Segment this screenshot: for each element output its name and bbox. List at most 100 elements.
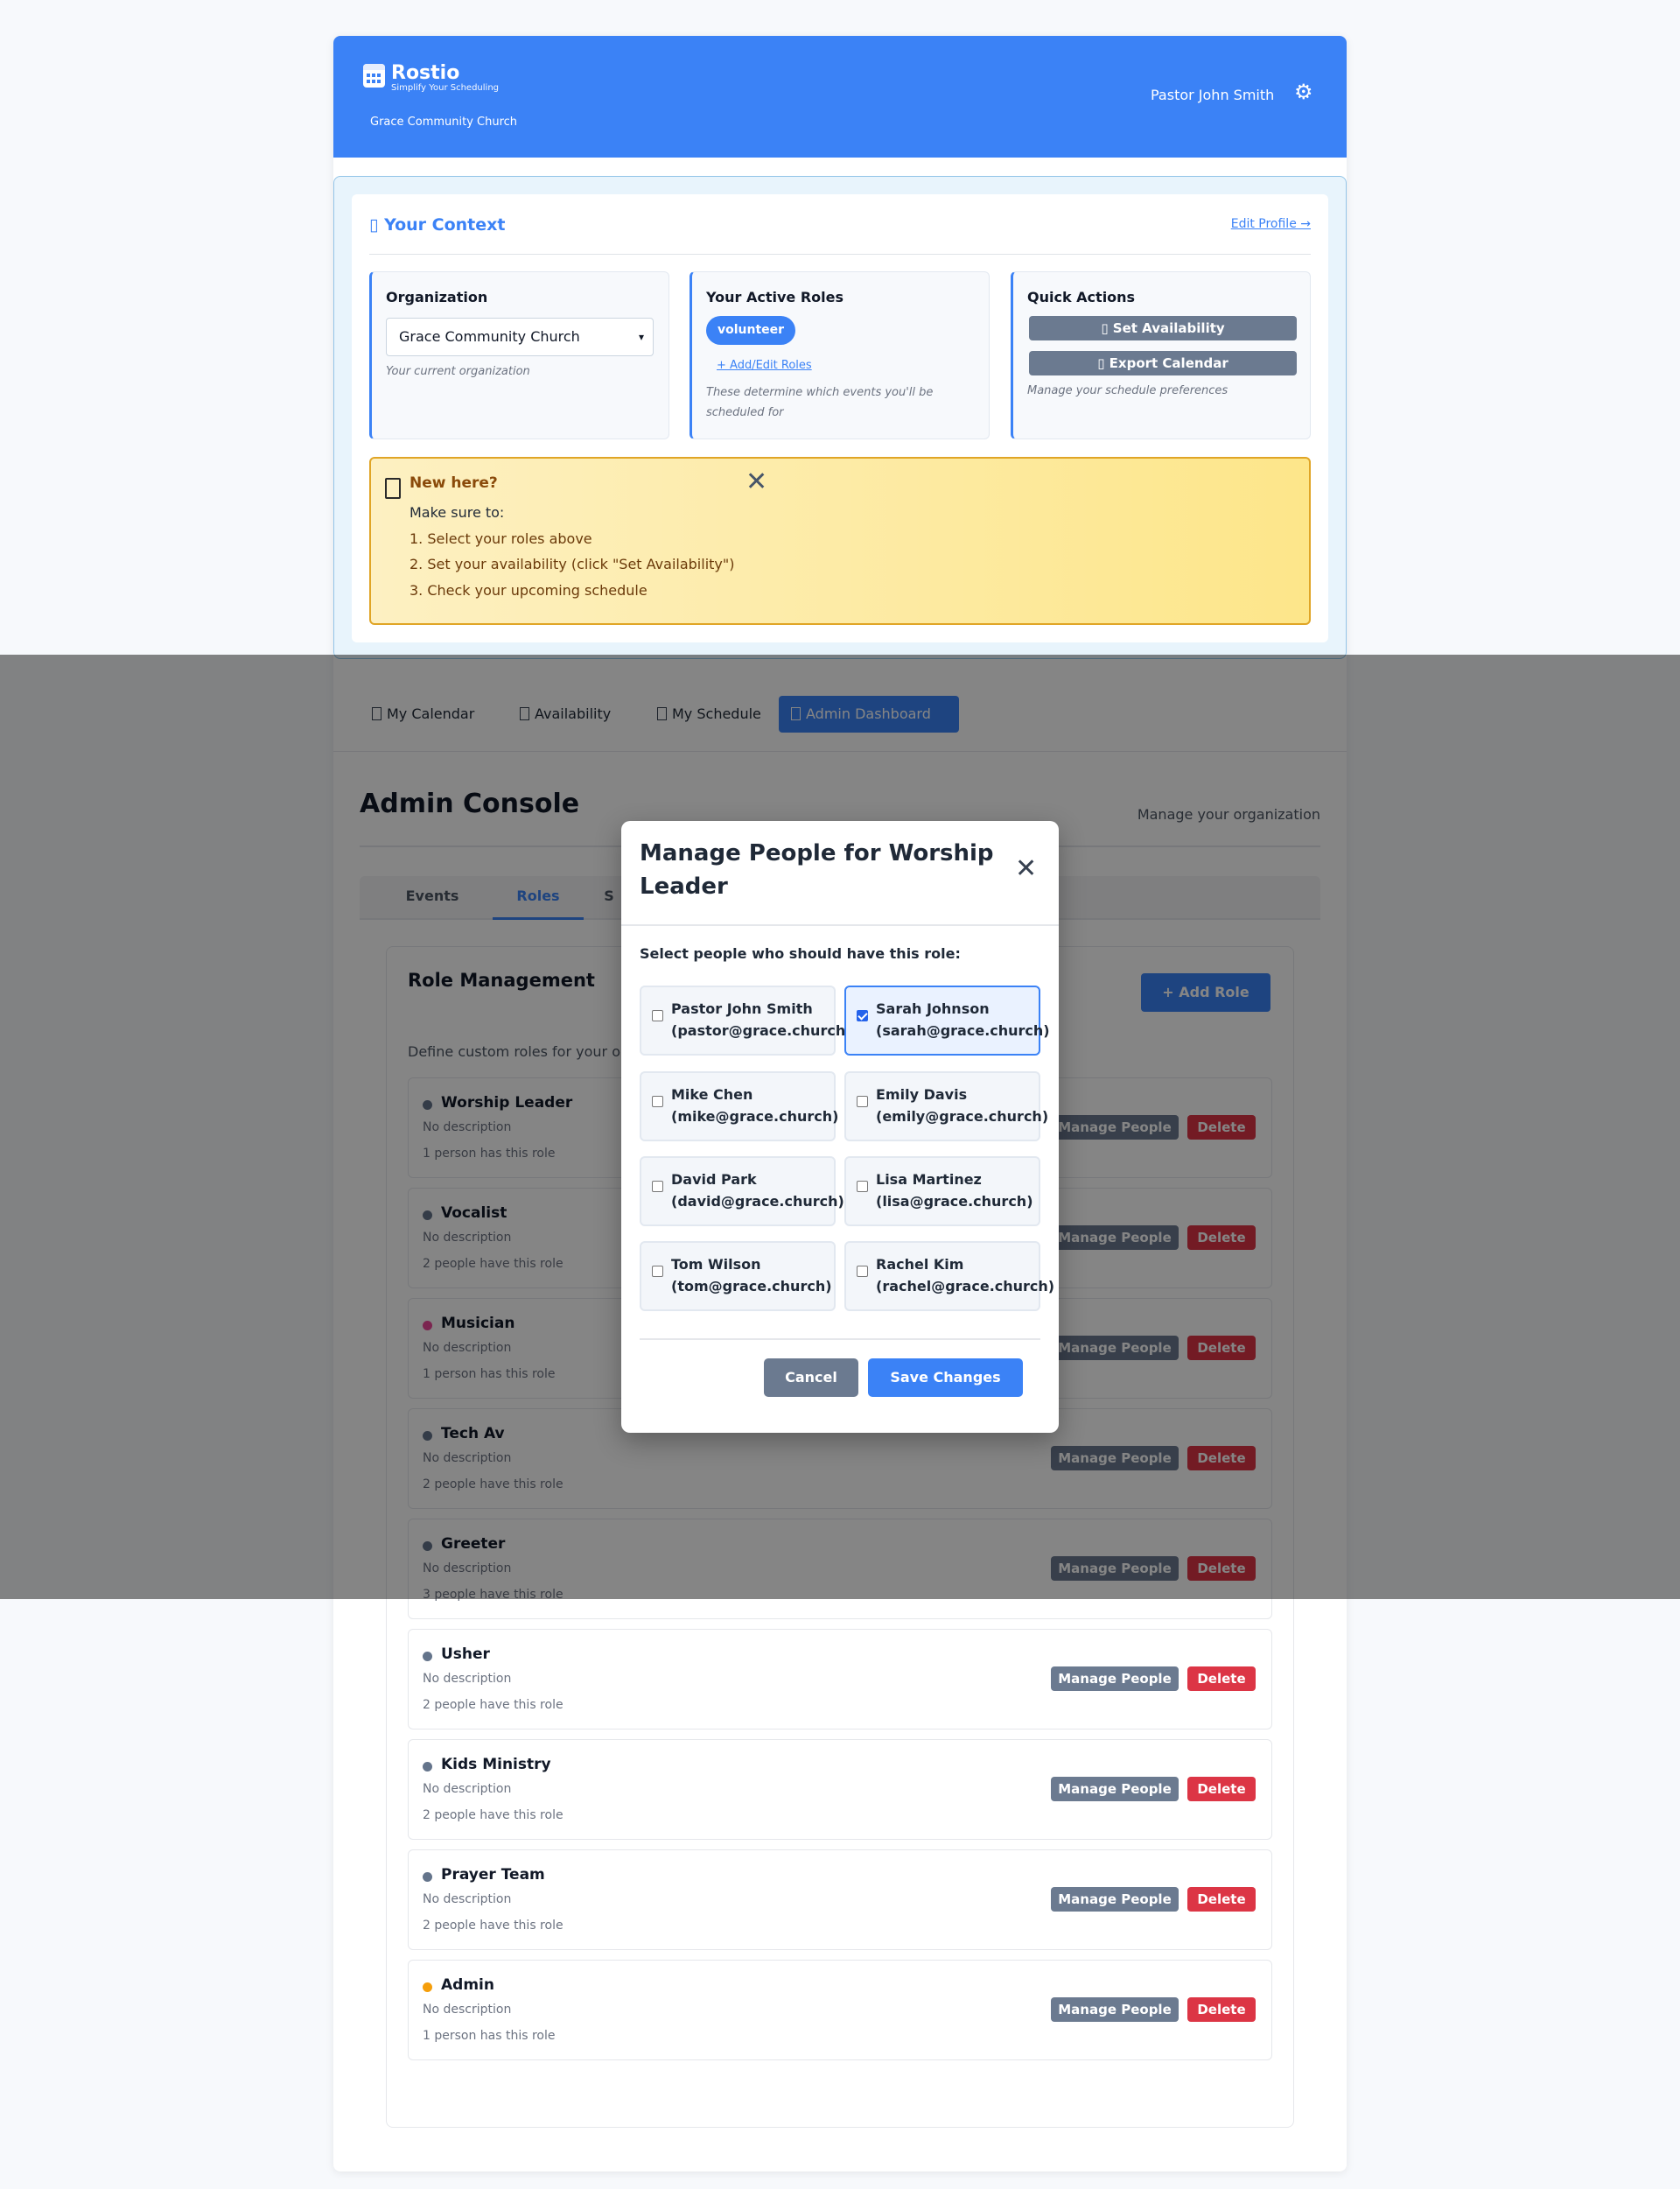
role-name: Admin bbox=[441, 1976, 494, 1994]
role-name: Prayer Team bbox=[441, 1866, 545, 1884]
person-email: (emily@grace.church) bbox=[876, 1108, 1049, 1125]
cancel-button[interactable]: Cancel bbox=[764, 1358, 858, 1397]
role-name: Kids Ministry bbox=[441, 1756, 551, 1773]
welcome-step: 2. Set your availability (click "Set Ava… bbox=[410, 556, 735, 572]
export-calendar-button[interactable]: ▯ Export Calendar bbox=[1029, 351, 1297, 375]
save-changes-button[interactable]: Save Changes bbox=[868, 1358, 1023, 1397]
person-email: (rachel@grace.church) bbox=[876, 1278, 1055, 1294]
manage-people-button[interactable]: Manage People bbox=[1051, 1997, 1179, 2022]
manage-people-modal: Manage People for Worship Leader ✕ Selec… bbox=[621, 821, 1059, 1433]
person-option[interactable]: Emily Davis (emily@grace.church) bbox=[844, 1071, 1048, 1141]
manage-people-button[interactable]: Manage People bbox=[1051, 1887, 1179, 1912]
person-checkbox[interactable] bbox=[652, 1010, 663, 1021]
role-count: 2 people have this role bbox=[423, 1698, 564, 1712]
person-email: (pastor@grace.church) bbox=[671, 1022, 852, 1039]
context-title: ▯ Your Context bbox=[369, 215, 506, 235]
welcome-title: New here? bbox=[410, 474, 498, 492]
person-name: Sarah Johnson bbox=[876, 1000, 990, 1017]
role-item: Kids Ministry No description 2 people ha… bbox=[408, 1739, 1272, 1840]
person-name: Rachel Kim bbox=[876, 1256, 964, 1273]
person-checkbox[interactable] bbox=[857, 1010, 868, 1021]
delete-role-button[interactable]: Delete bbox=[1187, 1666, 1256, 1691]
role-color-dot bbox=[423, 1762, 432, 1772]
person-name: Mike Chen bbox=[671, 1086, 753, 1103]
role-description: No description bbox=[423, 1892, 512, 1906]
quick-actions-card: Quick Actions ▯ Set Availability ▯ Expor… bbox=[1011, 271, 1311, 439]
role-color-dot bbox=[423, 1872, 432, 1882]
role-count: 2 people have this role bbox=[423, 1919, 564, 1933]
role-item: Usher No description 2 people have this … bbox=[408, 1629, 1272, 1729]
delete-role-button[interactable]: Delete bbox=[1187, 1887, 1256, 1912]
manage-people-button[interactable]: Manage People bbox=[1051, 1666, 1179, 1691]
modal-title: Manage People for Worship Leader bbox=[640, 840, 994, 900]
person-checkbox[interactable] bbox=[857, 1096, 868, 1107]
person-email: (mike@grace.church) bbox=[671, 1108, 839, 1125]
person-name: Pastor John Smith bbox=[671, 1000, 813, 1017]
person-email: (lisa@grace.church) bbox=[876, 1193, 1033, 1210]
welcome-step: 1. Select your roles above bbox=[410, 530, 592, 547]
role-description: No description bbox=[423, 1672, 512, 1686]
quick-actions-title: Quick Actions bbox=[1027, 289, 1136, 305]
welcome-banner: New here? Make sure to: 1. Select your r… bbox=[369, 457, 1311, 625]
role-color-dot bbox=[423, 1652, 432, 1661]
modal-prompt: Select people who should have this role: bbox=[640, 945, 961, 962]
context-divider bbox=[369, 254, 1311, 255]
person-option[interactable]: Mike Chen (mike@grace.church) bbox=[640, 1071, 839, 1141]
person-name: Emily Davis bbox=[876, 1086, 968, 1103]
delete-role-button[interactable]: Delete bbox=[1187, 1997, 1256, 2022]
role-color-dot bbox=[423, 1982, 432, 1992]
active-roles-card: Your Active Roles volunteer + Add/Edit R… bbox=[690, 271, 990, 439]
welcome-step: 3. Check your upcoming schedule bbox=[410, 582, 648, 599]
role-name: Usher bbox=[441, 1645, 490, 1663]
person-option[interactable]: Tom Wilson (tom@grace.church) bbox=[640, 1241, 836, 1311]
add-edit-roles-link[interactable]: + Add/Edit Roles bbox=[717, 359, 812, 372]
person-email: (tom@grace.church) bbox=[671, 1278, 832, 1294]
person-option[interactable]: Rachel Kim (rachel@grace.church) bbox=[844, 1241, 1054, 1311]
close-icon[interactable]: ✕ bbox=[1015, 856, 1037, 882]
settings-gear-icon[interactable]: ⚙ bbox=[1294, 81, 1313, 102]
role-description: No description bbox=[423, 1782, 512, 1796]
user-name[interactable]: Pastor John Smith bbox=[1151, 87, 1274, 103]
person-checkbox[interactable] bbox=[652, 1266, 663, 1277]
person-checkbox[interactable] bbox=[857, 1266, 868, 1277]
role-item: Admin No description 1 person has this r… bbox=[408, 1960, 1272, 2060]
delete-role-button[interactable]: Delete bbox=[1187, 1777, 1256, 1801]
active-roles-title: Your Active Roles bbox=[706, 289, 844, 305]
person-option[interactable]: Sarah Johnson (sarah@grace.church) bbox=[844, 986, 1050, 1056]
close-icon[interactable]: ✕ bbox=[746, 469, 767, 495]
calendar-logo-icon bbox=[363, 64, 385, 88]
organization-select[interactable]: Grace Community Church ▾ bbox=[386, 318, 654, 356]
brand-tagline: Simplify Your Scheduling bbox=[391, 83, 500, 93]
person-name: David Park bbox=[671, 1171, 757, 1188]
person-name: Lisa Martinez bbox=[876, 1171, 982, 1188]
organization-card-title: Organization bbox=[386, 289, 488, 305]
brand-name[interactable]: Rostio bbox=[391, 62, 459, 84]
role-description: No description bbox=[423, 2003, 512, 2017]
header-org-name: Grace Community Church bbox=[370, 116, 518, 129]
context-panel-inner: ▯ Your Context Edit Profile → Organizati… bbox=[352, 194, 1328, 642]
role-pill-volunteer: volunteer bbox=[706, 316, 796, 345]
organization-card: Organization Grace Community Church ▾ Yo… bbox=[369, 271, 669, 439]
person-checkbox[interactable] bbox=[652, 1096, 663, 1107]
welcome-intro: Make sure to: bbox=[410, 504, 505, 521]
manage-people-button[interactable]: Manage People bbox=[1051, 1777, 1179, 1801]
role-count: 1 person has this role bbox=[423, 2029, 556, 2043]
set-availability-button[interactable]: ▯ Set Availability bbox=[1029, 316, 1297, 340]
person-checkbox[interactable] bbox=[652, 1181, 663, 1192]
quick-actions-note: Manage your schedule preferences bbox=[1027, 384, 1228, 397]
modal-footer-divider bbox=[640, 1338, 1040, 1340]
person-email: (sarah@grace.church) bbox=[876, 1022, 1050, 1039]
person-option[interactable]: Pastor John Smith (pastor@grace.church) bbox=[640, 986, 852, 1056]
app-header: Rostio Simplify Your Scheduling Grace Co… bbox=[333, 36, 1347, 158]
person-email: (david@grace.church) bbox=[671, 1193, 844, 1210]
person-option[interactable]: Lisa Martinez (lisa@grace.church) bbox=[844, 1156, 1040, 1226]
edit-profile-link[interactable]: Edit Profile → bbox=[1231, 217, 1311, 231]
active-roles-note: These determine which events you'll be s… bbox=[706, 386, 934, 419]
person-checkbox[interactable] bbox=[857, 1181, 868, 1192]
clipboard-icon bbox=[385, 478, 401, 499]
organization-select-value: Grace Community Church bbox=[399, 328, 580, 345]
organization-note: Your current organization bbox=[386, 365, 530, 378]
context-panel: ▯ Your Context Edit Profile → Organizati… bbox=[333, 176, 1347, 659]
person-name: Tom Wilson bbox=[671, 1256, 761, 1273]
person-option[interactable]: David Park (david@grace.church) bbox=[640, 1156, 844, 1226]
